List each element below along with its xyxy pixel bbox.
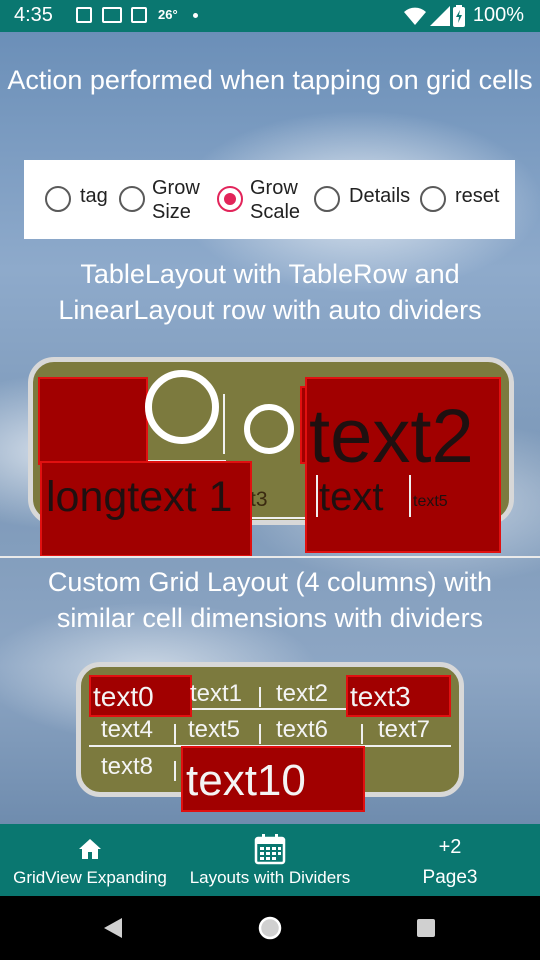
grid-column-divider bbox=[259, 687, 261, 707]
radio-button-icon[interactable] bbox=[314, 186, 340, 212]
grid-cell-text0[interactable]: text0 bbox=[89, 675, 192, 717]
news-icon bbox=[102, 7, 122, 23]
grid-cell-text8[interactable]: text8 bbox=[101, 753, 153, 781]
system-navigation-bar bbox=[0, 896, 540, 960]
gmail-icon bbox=[131, 7, 147, 23]
grid-cell-label: text3 bbox=[350, 681, 411, 712]
nav-item-gridview-expanding[interactable]: GridView Expanding bbox=[0, 824, 180, 896]
grid-section-title: Custom Grid Layout (4 columns) with simi… bbox=[47, 567, 493, 633]
grid-cell-label: text10 bbox=[186, 756, 306, 805]
nav-item-layouts-with-dividers[interactable]: Layouts with Dividers bbox=[180, 824, 360, 896]
radio-label: Grow Scale bbox=[250, 177, 301, 223]
table-column-divider bbox=[409, 475, 411, 517]
table-section-title: TableLayout with TableRow and LinearLayo… bbox=[58, 259, 482, 325]
grid-column-divider bbox=[174, 761, 176, 781]
radio-reset[interactable]: reset bbox=[420, 160, 510, 239]
nav-item-label: Layouts with Dividers bbox=[189, 868, 351, 887]
grid-column-divider bbox=[361, 724, 363, 744]
recents-icon[interactable] bbox=[416, 918, 436, 938]
battery-percent: 100% bbox=[472, 4, 524, 26]
nav-item-page3[interactable]: +2 Page3 bbox=[360, 824, 540, 896]
table-cell-top-left[interactable] bbox=[38, 377, 148, 465]
calendar-icon bbox=[254, 834, 286, 865]
grid-cell-text10[interactable]: text10 bbox=[181, 746, 365, 812]
table-cell-text: text2 bbox=[309, 394, 474, 479]
notification-dot-icon bbox=[193, 13, 198, 18]
table-cell-t3[interactable]: t3 bbox=[250, 488, 268, 512]
grid-cell-text2[interactable]: text2 bbox=[276, 680, 328, 708]
table-small-ring-icon bbox=[244, 404, 294, 454]
section-separator bbox=[0, 556, 540, 558]
grid-cell-text3[interactable]: text3 bbox=[346, 675, 451, 717]
signal-icon bbox=[430, 6, 450, 26]
radio-label: tag bbox=[80, 185, 108, 207]
table-cell-text: text bbox=[319, 475, 384, 519]
grid-cell-text4[interactable]: text4 bbox=[101, 716, 153, 744]
status-time: 4:35 bbox=[14, 4, 53, 26]
bottom-navigation: GridView Expanding Layouts with Dividers… bbox=[0, 824, 540, 896]
radio-grow-size[interactable]: Grow Size bbox=[119, 160, 204, 239]
table-cell-text2[interactable]: text2 text text5 bbox=[305, 377, 501, 553]
table-column-divider bbox=[223, 394, 225, 454]
grid-cell-label: text0 bbox=[93, 681, 154, 712]
status-bar: 4:35 26° 100% bbox=[0, 0, 540, 32]
table-cell-text: text5 bbox=[413, 493, 448, 510]
radio-details[interactable]: Details bbox=[314, 160, 414, 239]
message-icon bbox=[76, 7, 92, 23]
radio-button-icon[interactable] bbox=[420, 186, 446, 212]
radio-grow-scale[interactable]: Grow Scale bbox=[217, 160, 312, 239]
grid-cell-text6[interactable]: text6 bbox=[276, 716, 328, 744]
grid-column-divider bbox=[174, 724, 176, 744]
radio-label: Details bbox=[349, 185, 411, 207]
home-circle-icon[interactable] bbox=[257, 915, 283, 941]
grid-cell-text5[interactable]: text5 bbox=[188, 716, 240, 744]
home-icon bbox=[79, 839, 101, 859]
action-title: Action performed when tapping on grid ce… bbox=[7, 65, 533, 95]
radio-button-icon[interactable] bbox=[45, 186, 71, 212]
radio-label: reset bbox=[455, 185, 500, 207]
main-content[interactable]: Action performed when tapping on grid ce… bbox=[0, 32, 540, 824]
temperature-text: 26° bbox=[158, 7, 178, 22]
table-big-ring-icon bbox=[145, 370, 219, 444]
nav-item-label: GridView Expanding bbox=[13, 868, 167, 887]
battery-icon bbox=[453, 5, 465, 27]
plus-two-icon: +2 bbox=[438, 836, 462, 858]
radio-label: Grow Size bbox=[152, 177, 200, 223]
wifi-icon bbox=[404, 7, 426, 25]
action-radio-group: tag Grow Size Grow Scale Details reset bbox=[24, 160, 515, 239]
table-column-divider bbox=[316, 475, 318, 517]
grid-cell-text1[interactable]: text1 bbox=[190, 680, 242, 708]
table-cell-text: longtext 1 bbox=[46, 473, 233, 521]
table-cell-longtext[interactable]: longtext 1 bbox=[40, 461, 252, 557]
back-icon[interactable] bbox=[102, 916, 124, 940]
grid-cell-text7[interactable]: text7 bbox=[378, 716, 430, 744]
grid-column-divider bbox=[259, 724, 261, 744]
radio-button-selected-icon[interactable] bbox=[217, 186, 243, 212]
nav-item-label: Page3 bbox=[422, 867, 478, 888]
radio-button-icon[interactable] bbox=[119, 186, 145, 212]
radio-tag[interactable]: tag bbox=[45, 160, 115, 239]
